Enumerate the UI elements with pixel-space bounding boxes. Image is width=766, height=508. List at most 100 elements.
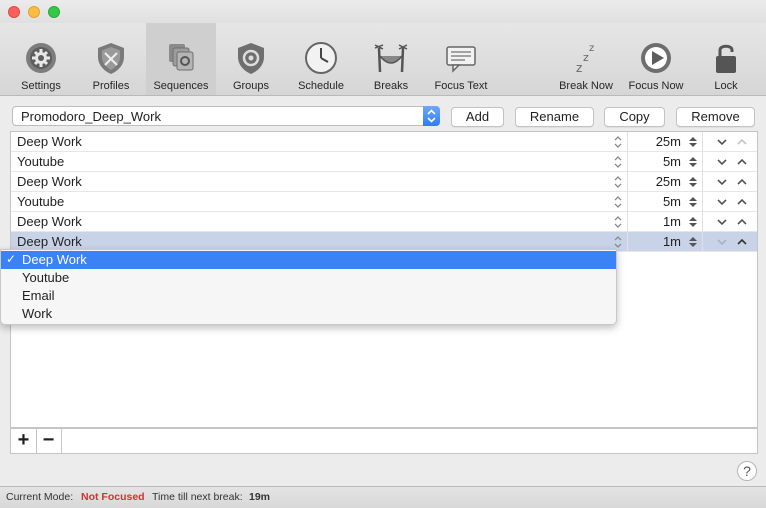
row-duration-cell: 5m [627, 192, 703, 211]
toolbar-profiles[interactable]: Profiles [76, 23, 146, 95]
table-row[interactable]: Deep Work 25m [11, 172, 757, 192]
clock-icon [305, 42, 337, 74]
move-up-icon [737, 138, 747, 145]
toolbar-focus-text[interactable]: Focus Text [426, 23, 496, 95]
toolbar-schedule-label: Schedule [298, 80, 344, 92]
move-up-icon[interactable] [736, 236, 748, 248]
toolbar-groups[interactable]: Groups [216, 23, 286, 95]
row-move-cell [702, 172, 758, 191]
status-bar: Current Mode: Not Focused Time till next… [0, 486, 766, 508]
hammock-icon [374, 44, 408, 73]
toolbar-lock-label: Lock [714, 80, 738, 92]
menu-item-youtube[interactable]: Youtube [1, 269, 616, 287]
copy-sequence-button[interactable]: Copy [604, 107, 665, 127]
minimize-window-button[interactable] [28, 6, 40, 18]
move-down-icon[interactable] [716, 136, 728, 148]
move-up-icon[interactable] [736, 176, 748, 188]
toolbar-sequences[interactable]: Sequences [146, 23, 216, 95]
menu-item-deep-work[interactable]: ✓ Deep Work [1, 251, 616, 269]
activity-popup-arrows-icon[interactable] [613, 135, 623, 149]
focus-text-icon [446, 46, 476, 73]
duration-stepper-icon[interactable] [688, 195, 698, 209]
move-down-icon[interactable] [716, 176, 728, 188]
row-duration-cell: 1m [627, 212, 703, 231]
toolbar-breaks[interactable]: Breaks [356, 23, 426, 95]
duration-stepper-icon[interactable] [688, 175, 698, 189]
move-down-icon[interactable] [716, 216, 728, 228]
current-mode-label: Current Mode: [6, 491, 74, 503]
add-row-button[interactable]: + [11, 429, 37, 453]
duration-stepper-icon[interactable] [688, 135, 698, 149]
row-duration-cell: 25m [627, 172, 703, 191]
remove-sequence-button[interactable]: Remove [676, 107, 755, 127]
activity-popup-arrows-icon[interactable] [613, 235, 623, 249]
table-footer: + − [10, 428, 758, 454]
row-duration: 5m [662, 154, 681, 169]
row-activity: Deep Work [17, 134, 82, 149]
activity-popup-arrows-icon[interactable] [613, 155, 623, 169]
move-down-icon[interactable] [716, 156, 728, 168]
menu-item-work[interactable]: Work [1, 305, 616, 323]
add-sequence-button[interactable]: Add [451, 107, 504, 127]
play-icon [641, 43, 671, 73]
menu-item-email[interactable]: Email [1, 287, 616, 305]
toolbar-settings-label: Settings [21, 80, 61, 92]
svg-text:z: z [589, 43, 594, 54]
current-mode-value: Not Focused [81, 491, 145, 503]
toolbar-focus-now[interactable]: Focus Now [621, 23, 691, 95]
row-activity: Deep Work [17, 174, 82, 189]
next-break-label: Time till next break: [152, 491, 243, 503]
toolbar-break-now[interactable]: z z z Break Now [551, 23, 621, 95]
table-row[interactable]: Youtube 5m [11, 152, 757, 172]
checkmark-icon: ✓ [6, 252, 17, 266]
title-bar [0, 0, 766, 23]
duration-stepper-icon[interactable] [688, 215, 698, 229]
row-duration: 5m [662, 194, 681, 209]
duration-stepper-icon[interactable] [688, 235, 698, 249]
activity-popup-arrows-icon[interactable] [613, 175, 623, 189]
table-row[interactable]: Deep Work 1m [11, 212, 757, 232]
toolbar-settings[interactable]: Settings [6, 23, 76, 95]
toolbar-groups-label: Groups [232, 80, 270, 92]
next-break-value: 19m [249, 491, 271, 503]
move-down-icon[interactable] [716, 196, 728, 208]
toolbar-schedule[interactable]: Schedule [286, 23, 356, 95]
zzz-icon: z z z [576, 43, 594, 75]
activity-popup-arrows-icon[interactable] [613, 195, 623, 209]
activity-popup-arrows-icon[interactable] [613, 215, 623, 229]
row-duration: 1m [662, 234, 681, 249]
menu-item-label: Email [22, 288, 55, 303]
svg-text:z: z [576, 61, 582, 75]
row-duration-cell: 25m [627, 132, 703, 151]
table-row[interactable]: Deep Work 25m [11, 132, 757, 152]
rename-sequence-button[interactable]: Rename [515, 107, 594, 127]
toolbar-lock[interactable]: Lock [691, 23, 761, 95]
select-arrows-icon [423, 106, 440, 126]
row-move-cell [702, 152, 758, 171]
activity-dropdown-menu: ✓ Deep Work Youtube Email Work [0, 249, 617, 325]
move-up-icon[interactable] [736, 216, 748, 228]
move-up-icon[interactable] [736, 156, 748, 168]
lock-icon [716, 44, 736, 73]
row-move-cell [702, 192, 758, 211]
toolbar: Settings Profiles Sequences Groups Sched… [0, 23, 766, 96]
remove-row-button[interactable]: − [36, 429, 62, 453]
table-row[interactable]: Youtube 5m [11, 192, 757, 212]
row-duration: 25m [655, 174, 681, 189]
sequence-select[interactable]: Promodoro_Deep_Work [12, 106, 440, 126]
row-duration-cell: 1m [627, 232, 703, 251]
menu-item-label: Deep Work [22, 252, 87, 267]
row-duration-cell: 5m [627, 152, 703, 171]
row-activity: Deep Work [17, 234, 82, 249]
duration-stepper-icon[interactable] [688, 155, 698, 169]
menu-item-label: Work [22, 306, 53, 321]
zoom-window-button[interactable] [48, 6, 60, 18]
close-window-button[interactable] [8, 6, 20, 18]
row-duration: 25m [655, 134, 681, 149]
help-button[interactable]: ? [737, 461, 757, 481]
profiles-shield-icon [98, 43, 124, 74]
move-up-icon[interactable] [736, 196, 748, 208]
groups-shield-icon [238, 43, 264, 74]
menu-item-label: Youtube [22, 270, 70, 285]
row-duration: 1m [662, 214, 681, 229]
